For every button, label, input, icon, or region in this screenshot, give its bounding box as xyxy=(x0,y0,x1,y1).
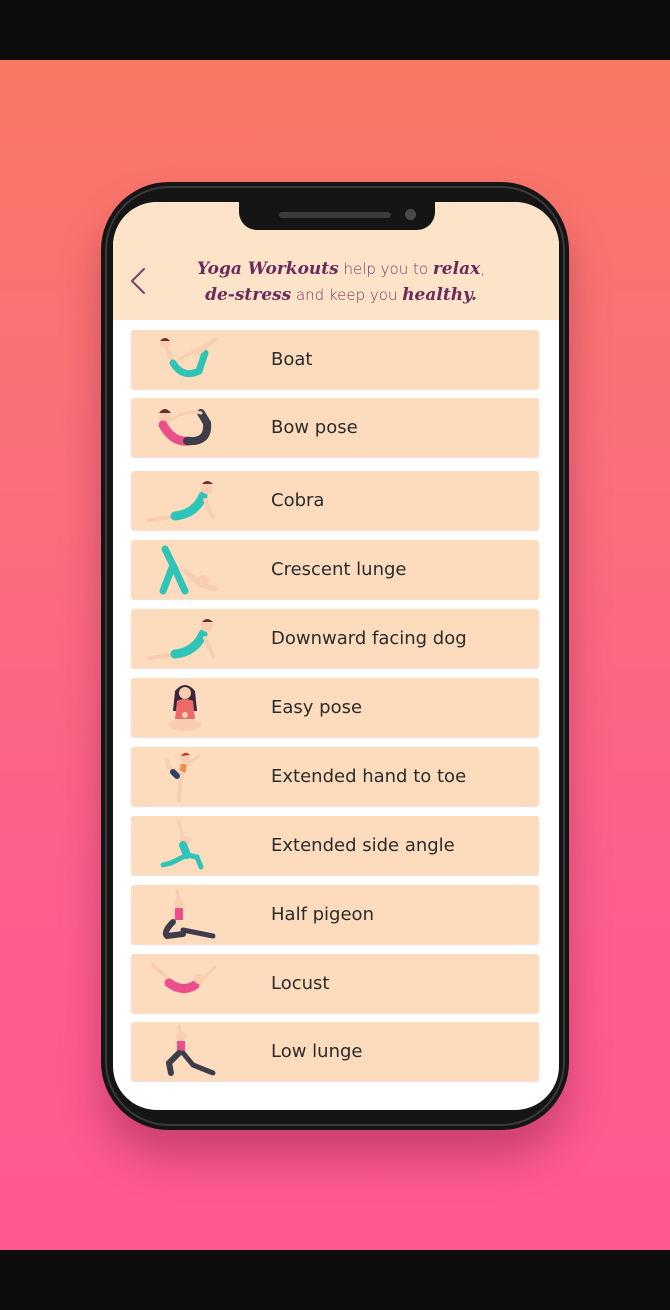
pose-row-boat[interactable]: Boat xyxy=(131,330,539,389)
downward-dog-figure xyxy=(143,612,227,665)
pose-label: Half pigeon xyxy=(271,904,374,925)
tagline-comma: , xyxy=(480,260,486,278)
pose-row-low-lunge[interactable]: Low lunge xyxy=(131,1022,539,1081)
phone-frame: Yoga Workouts help you to relax, de-stre… xyxy=(101,182,569,1130)
pose-row-easy-pose[interactable]: Easy pose xyxy=(131,678,539,737)
side-angle-figure xyxy=(143,819,227,872)
pose-label: Downward facing dog xyxy=(271,628,467,649)
pose-label: Boat xyxy=(271,349,313,370)
speaker-grille xyxy=(279,212,391,218)
boat-pose-figure xyxy=(143,333,227,386)
pose-row-locust[interactable]: Locust xyxy=(131,954,539,1013)
tagline-de-stress: de-stress xyxy=(205,285,292,305)
pose-row-bow-pose[interactable]: Bow pose xyxy=(131,398,539,457)
tagline-healthy: healthy. xyxy=(402,285,477,305)
pose-row-extended-side-angle[interactable]: Extended side angle xyxy=(131,816,539,875)
pose-row-half-pigeon[interactable]: Half pigeon xyxy=(131,885,539,944)
tagline-yoga-workouts: Yoga Workouts xyxy=(196,259,339,279)
low-lunge-figure xyxy=(143,1023,227,1078)
crescent-lunge-figure xyxy=(143,543,227,596)
tagline-text: and keep you xyxy=(291,286,403,304)
chevron-left-icon[interactable] xyxy=(127,266,151,296)
pose-row-downward-facing-dog[interactable]: Downward facing dog xyxy=(131,609,539,668)
easy-pose-figure xyxy=(143,681,227,734)
pose-label: Extended side angle xyxy=(271,835,455,856)
pose-row-crescent-lunge[interactable]: Crescent lunge xyxy=(131,540,539,599)
pose-label: Crescent lunge xyxy=(271,559,407,580)
app-screen: Yoga Workouts help you to relax, de-stre… xyxy=(113,202,559,1110)
pose-label: Extended hand to toe xyxy=(271,766,467,787)
pose-label: Bow pose xyxy=(271,417,358,438)
pose-label: Locust xyxy=(271,973,330,994)
pose-row-extended-hand-to-toe[interactable]: Extended hand to toe xyxy=(131,747,539,806)
locust-pose-figure xyxy=(143,957,227,1010)
phone-notch xyxy=(239,202,435,230)
front-camera xyxy=(405,209,416,220)
pose-label: Low lunge xyxy=(271,1041,363,1062)
half-pigeon-figure xyxy=(143,888,227,941)
cobra-pose-figure xyxy=(143,474,227,527)
pose-label: Cobra xyxy=(271,490,325,511)
pose-row-cobra[interactable]: Cobra xyxy=(131,471,539,530)
tagline-text: help you to xyxy=(338,260,433,278)
header-tagline: Yoga Workouts help you to relax, de-stre… xyxy=(171,256,511,308)
bow-pose-figure xyxy=(143,401,227,454)
hand-to-toe-figure xyxy=(143,750,227,803)
tagline-relax: relax xyxy=(432,259,481,279)
pose-label: Easy pose xyxy=(271,697,363,718)
